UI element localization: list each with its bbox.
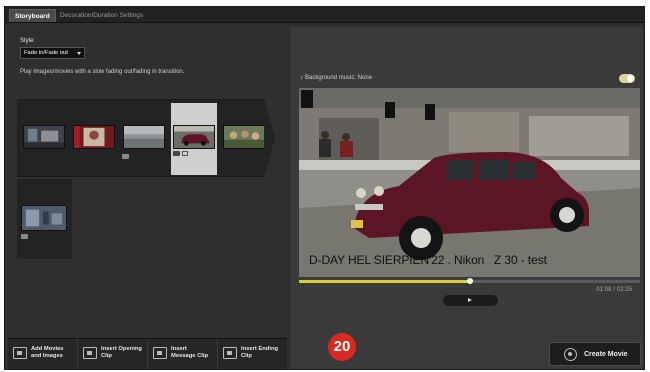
clip-thumbnail xyxy=(223,125,265,149)
button-label: Insert Opening Clip xyxy=(101,346,142,359)
storyboard-toolbar: Add Movies and Images Insert Opening Cli… xyxy=(8,338,287,369)
message-clip-icon xyxy=(153,347,167,359)
insert-opening-clip-button[interactable]: Insert Opening Clip xyxy=(78,339,148,369)
storyboard-panel: Style: Fade in/Fade out Play images/movi… xyxy=(8,27,287,369)
music-note-icon: ♪ xyxy=(300,75,303,81)
preview-frame-image xyxy=(299,88,640,277)
toggle-knob xyxy=(627,75,634,82)
style-label: Style: xyxy=(20,38,36,44)
style-description: Play images/movies with a slow fading ou… xyxy=(20,69,185,75)
clip-strip-row-2 xyxy=(17,179,72,259)
video-camera-icon xyxy=(21,234,28,239)
storyboard-clip[interactable] xyxy=(71,103,117,175)
button-label: Insert Message Clip xyxy=(171,346,209,359)
background-music-label: ♪ Background music: None xyxy=(300,75,373,81)
video-camera-icon xyxy=(173,151,180,156)
button-label: Insert Ending Clip xyxy=(241,346,279,359)
video-preview[interactable]: D-DAY HEL SIERPIEN'22 . Nikon Z 30 - tes… xyxy=(299,88,640,277)
clip-thumbnail xyxy=(123,125,165,149)
create-movie-label: Create Movie xyxy=(584,351,628,358)
ending-clip-icon xyxy=(223,347,237,359)
clip-strip xyxy=(17,99,267,177)
playback-time: 01:08/02:25 xyxy=(596,287,632,293)
clip-thumbnail xyxy=(173,125,215,149)
insert-ending-clip-button[interactable]: Insert Ending Clip xyxy=(218,339,287,369)
clip-thumbnail xyxy=(73,125,115,149)
storyboard-clip[interactable] xyxy=(121,103,167,175)
background-music-toggle[interactable] xyxy=(619,74,635,83)
playback-progress-bar[interactable] xyxy=(299,278,640,284)
film-reel-icon xyxy=(564,348,577,361)
step-number-badge: 20 xyxy=(328,333,356,361)
preview-caption: D-DAY HEL SIERPIEN'22 . Nikon Z 30 - tes… xyxy=(309,253,547,267)
preview-panel: ♪ Background music: None D-DAY HEL SIERP… xyxy=(291,27,643,369)
tab-bar: Storyboard Decoration/Duration Settings xyxy=(5,7,644,23)
tab-decoration-duration-settings[interactable]: Decoration/Duration Settings xyxy=(55,9,148,22)
storyboard-clip[interactable] xyxy=(221,103,267,175)
style-dropdown[interactable]: Fade in/Fade out xyxy=(20,47,85,59)
progress-fill xyxy=(299,280,470,283)
strip-arrow xyxy=(264,99,275,177)
progress-knob[interactable] xyxy=(466,278,473,284)
video-camera-icon xyxy=(122,154,129,159)
chevron-down-icon xyxy=(77,52,81,55)
insert-message-clip-button[interactable]: Insert Message Clip xyxy=(148,339,218,369)
app-window: Storyboard Decoration/Duration Settings … xyxy=(4,6,645,370)
button-label: Add Movies and Images xyxy=(31,346,64,359)
opening-clip-icon xyxy=(83,347,97,359)
create-movie-button[interactable]: Create Movie xyxy=(549,342,641,366)
storyboard-clip-selected[interactable] xyxy=(171,103,217,175)
transition-icon xyxy=(182,151,188,156)
clip-thumbnail[interactable] xyxy=(21,205,67,231)
add-movies-and-images-button[interactable]: Add Movies and Images xyxy=(8,339,78,369)
tab-storyboard[interactable]: Storyboard xyxy=(9,9,56,22)
add-media-icon xyxy=(13,347,27,359)
storyboard-clip[interactable] xyxy=(21,103,67,175)
play-button[interactable] xyxy=(443,295,498,306)
style-dropdown-value: Fade in/Fade out xyxy=(24,50,68,56)
clip-thumbnail xyxy=(23,125,65,149)
